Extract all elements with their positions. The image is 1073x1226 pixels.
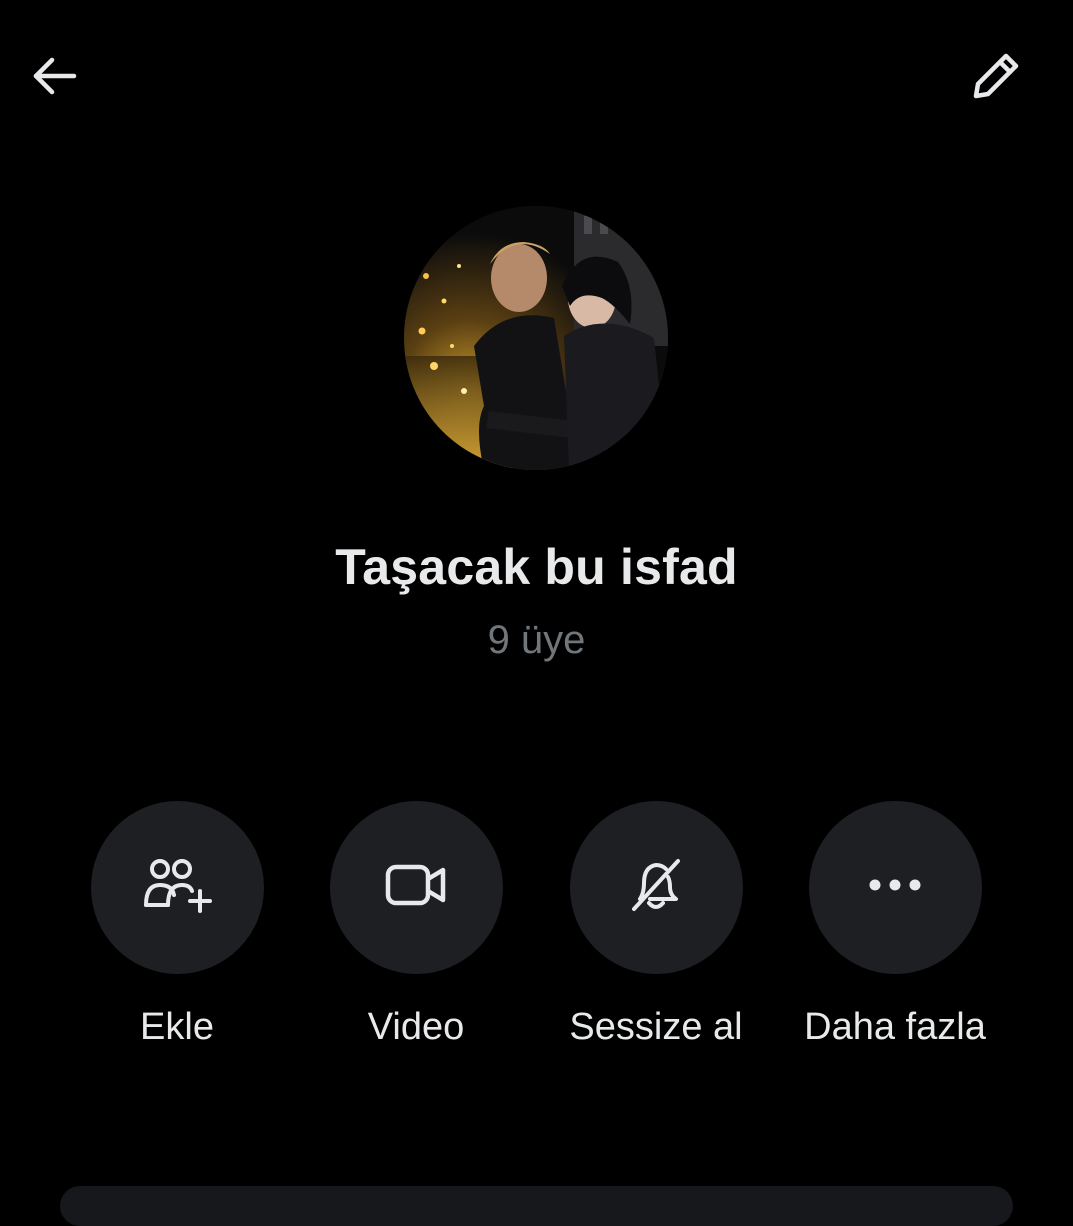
- add-member-button[interactable]: [90, 801, 264, 974]
- mute-label: Sessize al: [569, 1006, 743, 1048]
- video-action[interactable]: Video: [296, 801, 536, 1049]
- group-avatar[interactable]: [404, 206, 668, 470]
- video-camera-icon: [385, 862, 447, 913]
- group-title: Taşacak bu isfad: [335, 539, 738, 595]
- add-member-action[interactable]: Ekle: [57, 801, 297, 1049]
- add-member-label: Ekle: [140, 1006, 214, 1048]
- video-label: Video: [367, 1006, 465, 1048]
- more-label: Daha fazla: [804, 1006, 986, 1048]
- video-button[interactable]: [329, 801, 503, 974]
- more-action[interactable]: Daha fazla: [775, 801, 1015, 1049]
- add-people-icon: [142, 857, 212, 918]
- bottom-panel: [60, 1186, 1013, 1226]
- member-count[interactable]: 9 üye: [0, 618, 1073, 663]
- edit-button[interactable]: [960, 42, 1032, 114]
- arrow-left-icon: [28, 50, 80, 107]
- more-button[interactable]: [808, 801, 982, 974]
- bell-muted-icon: [626, 855, 686, 920]
- group-photo: [404, 206, 668, 470]
- more-horizontal-icon: [868, 878, 922, 897]
- pencil-icon: [968, 48, 1024, 109]
- mute-action[interactable]: Sessize al: [536, 801, 776, 1049]
- mute-button[interactable]: [569, 801, 743, 974]
- back-button[interactable]: [18, 42, 90, 114]
